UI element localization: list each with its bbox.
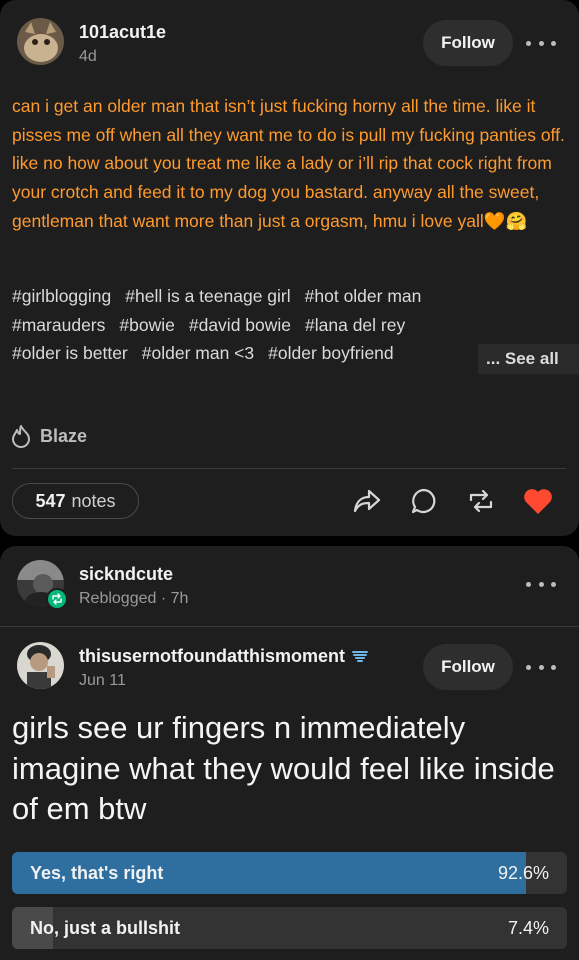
see-all-tags-button[interactable]: ... See all (478, 344, 579, 374)
waterfall-badge-icon (352, 650, 368, 662)
tag[interactable]: #hell is a teenage girl (125, 286, 290, 306)
notes-label: notes (71, 490, 116, 511)
post-card: sickndcute Reblogged · 7h thisusernotfou… (0, 546, 579, 960)
notes-button[interactable]: 547 notes (12, 483, 139, 519)
poll-option[interactable]: No, just a bullshit 7.4% (12, 907, 567, 949)
tag[interactable]: #girlblogging (12, 286, 111, 306)
tag-row: #girlblogging #hell is a teenage girl #hot… (12, 286, 435, 314)
follow-button[interactable]: Follow (423, 20, 513, 66)
reblog-meta: Reblogged · 7h (79, 590, 189, 607)
more-options-icon[interactable] (526, 657, 556, 677)
tag[interactable]: #marauders (12, 315, 105, 335)
divider (12, 468, 566, 469)
post-timestamp: 4d (79, 48, 97, 65)
tag[interactable]: #bowie (119, 315, 174, 335)
reblog-icon[interactable] (466, 486, 496, 516)
author-timestamp: Jun 11 (79, 672, 126, 689)
tag[interactable]: #older man <3 (142, 343, 254, 363)
poll-option-percent: 7.4% (507, 917, 549, 938)
poll-option[interactable]: Yes, that's right 92.6% (12, 852, 567, 894)
post-username[interactable]: 101acut1e (79, 22, 166, 43)
poll-option-label: No, just a bullshit (30, 917, 181, 938)
tag[interactable]: #older is better (12, 343, 128, 363)
divider (0, 626, 579, 627)
tag[interactable]: #older boyfriend (268, 343, 394, 363)
tag[interactable]: #david bowie (189, 315, 291, 335)
flame-icon (12, 425, 30, 448)
tag-row: #marauders #bowie #david bowie #lana del re… (12, 315, 419, 343)
avatar[interactable] (17, 18, 64, 65)
follow-button[interactable]: Follow (423, 644, 513, 690)
reply-icon[interactable] (409, 486, 439, 516)
blaze-label: Blaze (40, 425, 88, 446)
avatar[interactable] (17, 642, 64, 689)
tag[interactable]: #hot older man (305, 286, 422, 306)
tag-row: #older is better #older man <3 #older boyf… (12, 343, 408, 371)
post-body: can i get an older man that isn’t just f… (12, 96, 565, 231)
reblogger-username[interactable]: sickndcute (79, 564, 173, 585)
share-icon[interactable] (352, 486, 382, 516)
author-username[interactable]: thisusernotfoundatthismoment (79, 646, 368, 667)
more-options-icon[interactable] (526, 574, 556, 594)
reblog-badge-icon (46, 588, 68, 610)
poll-option-label: Yes, that's right (30, 862, 164, 883)
author-username-text: thisusernotfoundatthismoment (79, 646, 345, 666)
post-title: girls see ur fingers n immediately imagi… (12, 710, 555, 826)
blaze-button[interactable]: Blaze (10, 424, 87, 448)
more-options-icon[interactable] (526, 33, 556, 53)
poll-option-percent: 92.6% (497, 862, 549, 883)
like-heart-icon[interactable] (523, 486, 553, 516)
tag[interactable]: #lana del rey (305, 315, 405, 335)
post-card: 101acut1e 4d Follow can i get an older m… (0, 0, 579, 536)
notes-count: 547 (35, 490, 66, 511)
